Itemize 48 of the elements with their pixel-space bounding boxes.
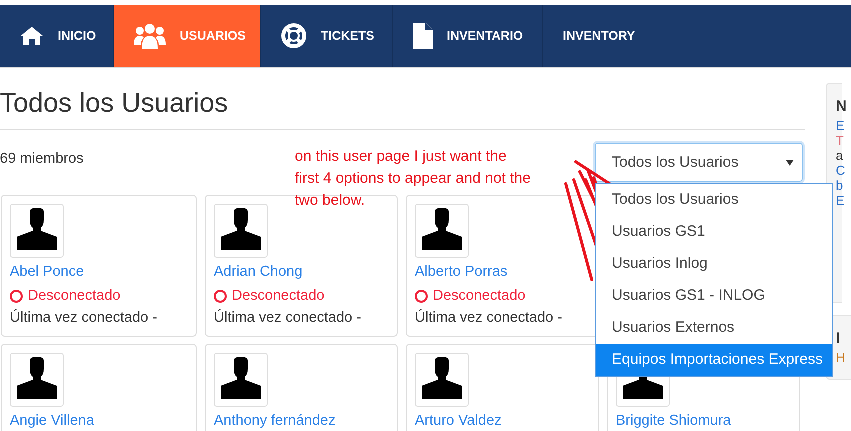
avatar-icon	[415, 204, 469, 258]
lifebuoy-icon	[281, 23, 307, 49]
panel-text: T	[836, 133, 844, 148]
avatar-icon	[10, 353, 64, 407]
nav-tab[interactable]: INVENTORY	[543, 5, 656, 67]
nav-tab[interactable]: INVENTARIO	[393, 5, 543, 67]
caret-icon	[786, 160, 794, 166]
panel-text: b	[836, 178, 844, 193]
annotation-text: on this user page I just want the	[295, 147, 507, 167]
annotation-text: two below.	[295, 191, 366, 211]
panel-text: H	[836, 350, 846, 365]
dropdown-option[interactable]: Usuarios GS1 - INLOG	[596, 280, 832, 312]
member-name-link[interactable]: Adrian Chong	[214, 263, 397, 281]
status-text: Desconectado	[232, 288, 325, 304]
dropdown-option[interactable]: Usuarios Inlog	[596, 248, 832, 280]
member-count: 69 miembros	[0, 151, 84, 167]
home-icon	[20, 26, 44, 46]
users-icon	[134, 23, 166, 49]
panel-title: N	[836, 98, 847, 115]
member-name-link[interactable]: Abel Ponce	[10, 263, 196, 281]
panel-text: E	[836, 118, 845, 133]
avatar-icon	[214, 204, 268, 258]
member-name-link[interactable]: Anthony fernández	[214, 412, 397, 430]
status-text: Desconectado	[28, 288, 121, 304]
panel-title: I	[836, 330, 840, 347]
avatar-icon	[214, 353, 268, 407]
last-seen-text: Última vez conectado -	[10, 310, 158, 326]
dropdown-option[interactable]: Usuarios GS1	[596, 216, 832, 248]
panel-text: C	[836, 163, 846, 178]
filter-dropdown[interactable]: Todos los Usuarios	[595, 143, 803, 182]
member-name-link[interactable]: Alberto Porras	[415, 263, 598, 281]
avatar-icon	[415, 353, 469, 407]
avatar-icon	[10, 204, 64, 258]
dropdown-option[interactable]: Todos los Usuarios	[596, 184, 832, 216]
last-seen-text: Última vez conectado -	[214, 310, 362, 326]
file-icon	[413, 23, 433, 49]
dropdown-option[interactable]: Usuarios Externos	[596, 312, 832, 344]
panel-text: E	[836, 193, 845, 208]
panel-text: a	[836, 148, 844, 163]
member-name-link[interactable]: Briggite Shiomura	[616, 412, 799, 430]
page-title: Todos los Usuarios	[0, 87, 805, 130]
annotation-text: first 4 options to appear and not the	[295, 169, 531, 189]
member-name-link[interactable]: Arturo Valdez	[415, 412, 598, 430]
member-name-link[interactable]: Angie Villena	[10, 412, 196, 430]
nav-tab[interactable]: TICKETS	[261, 5, 393, 67]
dropdown-option[interactable]: Equipos Importaciones Express	[596, 344, 832, 376]
status-text: Desconectado	[433, 288, 526, 304]
last-seen-text: Última vez conectado -	[415, 310, 564, 326]
